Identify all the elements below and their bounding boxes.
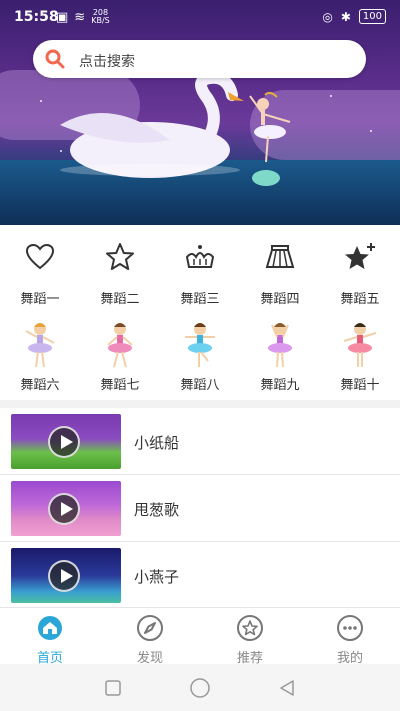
ballerina-icon bbox=[107, 323, 133, 368]
more-circle-icon bbox=[337, 615, 363, 641]
video-list-item[interactable]: 甩葱歌 bbox=[0, 475, 400, 542]
category-label: 舞蹈十 bbox=[340, 378, 380, 393]
battery-indicator: 100 bbox=[358, 9, 386, 24]
category-item[interactable]: 舞蹈三 bbox=[160, 228, 240, 314]
video-title[interactable]: 小纸船 bbox=[134, 432, 179, 453]
category-label: 舞蹈八 bbox=[180, 378, 220, 393]
video-list-item[interactable]: 小燕子 bbox=[0, 542, 400, 609]
skirt-icon bbox=[265, 245, 295, 268]
category-row: 舞蹈一 舞蹈二 舞蹈三 舞蹈四 舞蹈五 bbox=[0, 228, 400, 314]
ballerina-icon bbox=[268, 323, 292, 368]
search-icon bbox=[45, 49, 65, 69]
category-item[interactable]: 舞蹈十 bbox=[320, 314, 400, 400]
home-button-icon[interactable] bbox=[189, 677, 211, 699]
notification-icon: ▣ bbox=[56, 9, 69, 25]
category-grid: 舞蹈一 舞蹈二 舞蹈三 舞蹈四 舞蹈五 舞蹈六 舞蹈七 舞蹈八 舞蹈九 舞蹈十 bbox=[0, 228, 400, 400]
video-thumbnail[interactable] bbox=[11, 414, 121, 469]
status-bar: 15:58 ▣ ≋ 208 KB/S ◎ ✱ 100 bbox=[0, 0, 400, 34]
back-icon[interactable] bbox=[278, 679, 296, 697]
home-icon bbox=[38, 616, 62, 640]
tab-home[interactable]: 首页 bbox=[0, 608, 100, 666]
category-label: 舞蹈五 bbox=[340, 292, 380, 307]
tab-discover[interactable]: 发现 bbox=[100, 608, 200, 666]
ballerina-icon bbox=[343, 323, 377, 367]
video-thumbnail[interactable] bbox=[11, 548, 121, 603]
category-label: 舞蹈四 bbox=[260, 292, 300, 307]
category-label: 舞蹈一 bbox=[20, 292, 60, 307]
play-icon[interactable] bbox=[48, 493, 80, 525]
tab-recommend[interactable]: 推荐 bbox=[200, 608, 300, 666]
search-bar[interactable]: 点击搜索 bbox=[33, 40, 366, 78]
recent-apps-icon[interactable] bbox=[104, 679, 122, 697]
video-title[interactable]: 甩葱歌 bbox=[134, 499, 179, 520]
status-time: 15:58 bbox=[14, 9, 59, 25]
play-icon[interactable] bbox=[48, 560, 80, 592]
category-item[interactable]: 舞蹈九 bbox=[240, 314, 320, 400]
star-icon bbox=[106, 243, 134, 270]
network-speed: 208 KB/S bbox=[91, 9, 110, 25]
network-speed-unit: KB/S bbox=[91, 16, 110, 25]
category-label: 舞蹈二 bbox=[100, 292, 140, 307]
search-placeholder: 点击搜索 bbox=[79, 54, 135, 70]
section-divider bbox=[0, 400, 400, 408]
category-item[interactable]: 舞蹈四 bbox=[240, 228, 320, 314]
video-list-item[interactable]: 小纸船 bbox=[0, 408, 400, 475]
category-row: 舞蹈六 舞蹈七 舞蹈八 舞蹈九 舞蹈十 bbox=[0, 314, 400, 400]
video-list: 小纸船 甩葱歌 小燕子 bbox=[0, 408, 400, 609]
category-item[interactable]: 舞蹈一 bbox=[0, 228, 80, 314]
category-item[interactable]: 舞蹈七 bbox=[80, 314, 160, 400]
tab-mine[interactable]: 我的 bbox=[300, 608, 400, 666]
star-plus-icon bbox=[345, 243, 375, 269]
bottom-tab-bar: 首页 发现 推荐 我的 bbox=[0, 607, 400, 666]
category-item[interactable]: 舞蹈二 bbox=[80, 228, 160, 314]
crown-icon bbox=[185, 245, 215, 268]
ballerina-icon bbox=[25, 323, 55, 368]
category-label: 舞蹈七 bbox=[100, 378, 140, 393]
compass-icon bbox=[137, 615, 163, 641]
category-label: 舞蹈九 bbox=[260, 378, 300, 393]
heart-icon bbox=[25, 243, 55, 270]
video-title[interactable]: 小燕子 bbox=[134, 566, 179, 587]
category-item[interactable]: 舞蹈五 bbox=[320, 228, 400, 314]
video-thumbnail[interactable] bbox=[11, 481, 121, 536]
system-navigation-bar bbox=[0, 664, 400, 711]
play-icon[interactable] bbox=[48, 426, 80, 458]
ballerina-icon bbox=[185, 323, 215, 367]
bluetooth-icon: ✱ bbox=[340, 9, 351, 24]
star-circle-icon bbox=[237, 615, 263, 641]
category-item[interactable]: 舞蹈八 bbox=[160, 314, 240, 400]
wifi-icon: ≋ bbox=[74, 9, 86, 25]
category-item[interactable]: 舞蹈六 bbox=[0, 314, 80, 400]
category-label: 舞蹈三 bbox=[180, 292, 220, 307]
category-label: 舞蹈六 bbox=[20, 378, 60, 393]
alarm-icon: ◎ bbox=[322, 9, 333, 24]
